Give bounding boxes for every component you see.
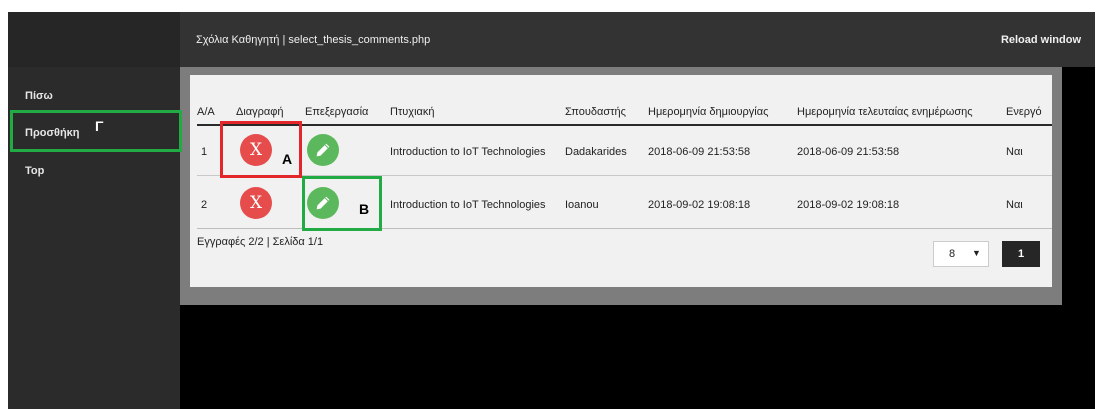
pagination-summary: Εγγραφές 2/2 | Σελίδα 1/1 xyxy=(197,236,324,248)
row-2-created: 2018-09-02 19:08:18 xyxy=(648,199,751,211)
row-1-active: Ναι xyxy=(1006,146,1023,158)
column-header-student[interactable]: Σπουδαστής xyxy=(565,106,626,118)
row-2-delete-button[interactable]: X xyxy=(240,187,272,219)
right-margin xyxy=(1095,0,1104,409)
top-margin xyxy=(0,0,1104,12)
page-size-value: 8 xyxy=(949,248,956,260)
column-header-updated[interactable]: Ημερομηνία τελευταίας ενημέρωσης xyxy=(797,106,973,118)
row-1-aa: 1 xyxy=(201,146,208,158)
page-1-button[interactable]: 1 xyxy=(1002,241,1040,267)
annotation-box-b xyxy=(302,176,382,231)
row-1-created: 2018-06-09 21:53:58 xyxy=(648,146,751,158)
column-header-active[interactable]: Ενεργό xyxy=(1006,106,1042,118)
row-1-edit-button[interactable] xyxy=(307,134,339,166)
column-header-delete[interactable]: Διαγραφή xyxy=(236,106,284,118)
annotation-label-a: A xyxy=(282,151,293,167)
row-1-student: Dadakarides xyxy=(565,146,627,158)
caret-down-icon: ▼ xyxy=(972,248,981,258)
row-1-updated: 2018-06-09 21:53:58 xyxy=(797,146,900,158)
page-title: Σχόλια Καθηγητή | select_thesis_comments… xyxy=(196,34,431,46)
table-header-divider xyxy=(197,124,1052,126)
window-header: Σχόλια Καθηγητή | select_thesis_comments… xyxy=(180,12,1095,67)
column-header-aa[interactable]: Α/Α xyxy=(197,106,215,118)
sidebar-item-back[interactable]: Πίσω xyxy=(25,90,53,102)
row-2-student: Ioanou xyxy=(565,199,599,211)
annotation-label-gamma: Γ xyxy=(95,118,104,134)
annotation-label-b: B xyxy=(359,201,370,217)
row-2-active: Ναι xyxy=(1006,199,1023,211)
reload-window-button[interactable]: Reload window xyxy=(1001,34,1081,46)
sidebar-header xyxy=(8,12,180,67)
column-header-edit[interactable]: Επεξεργασία xyxy=(305,106,368,118)
row-2-updated: 2018-09-02 19:08:18 xyxy=(797,199,900,211)
column-header-thesis[interactable]: Πτυχιακή xyxy=(390,106,435,118)
sidebar: Πίσω Προσθήκη Top xyxy=(8,12,180,409)
left-margin xyxy=(0,0,8,409)
x-circle-icon: X xyxy=(249,193,263,213)
page-size-select[interactable]: 8 ▼ xyxy=(933,241,989,267)
row-2-thesis: Introduction to IoT Technologies xyxy=(390,199,546,211)
sidebar-item-top[interactable]: Top xyxy=(25,165,44,177)
pencil-icon xyxy=(316,143,330,157)
column-header-created[interactable]: Ημερομηνία δημιουργίας xyxy=(648,106,768,118)
row-2-aa: 2 xyxy=(201,199,208,211)
annotation-box-a xyxy=(220,121,302,178)
row-1-thesis: Introduction to IoT Technologies xyxy=(390,146,546,158)
